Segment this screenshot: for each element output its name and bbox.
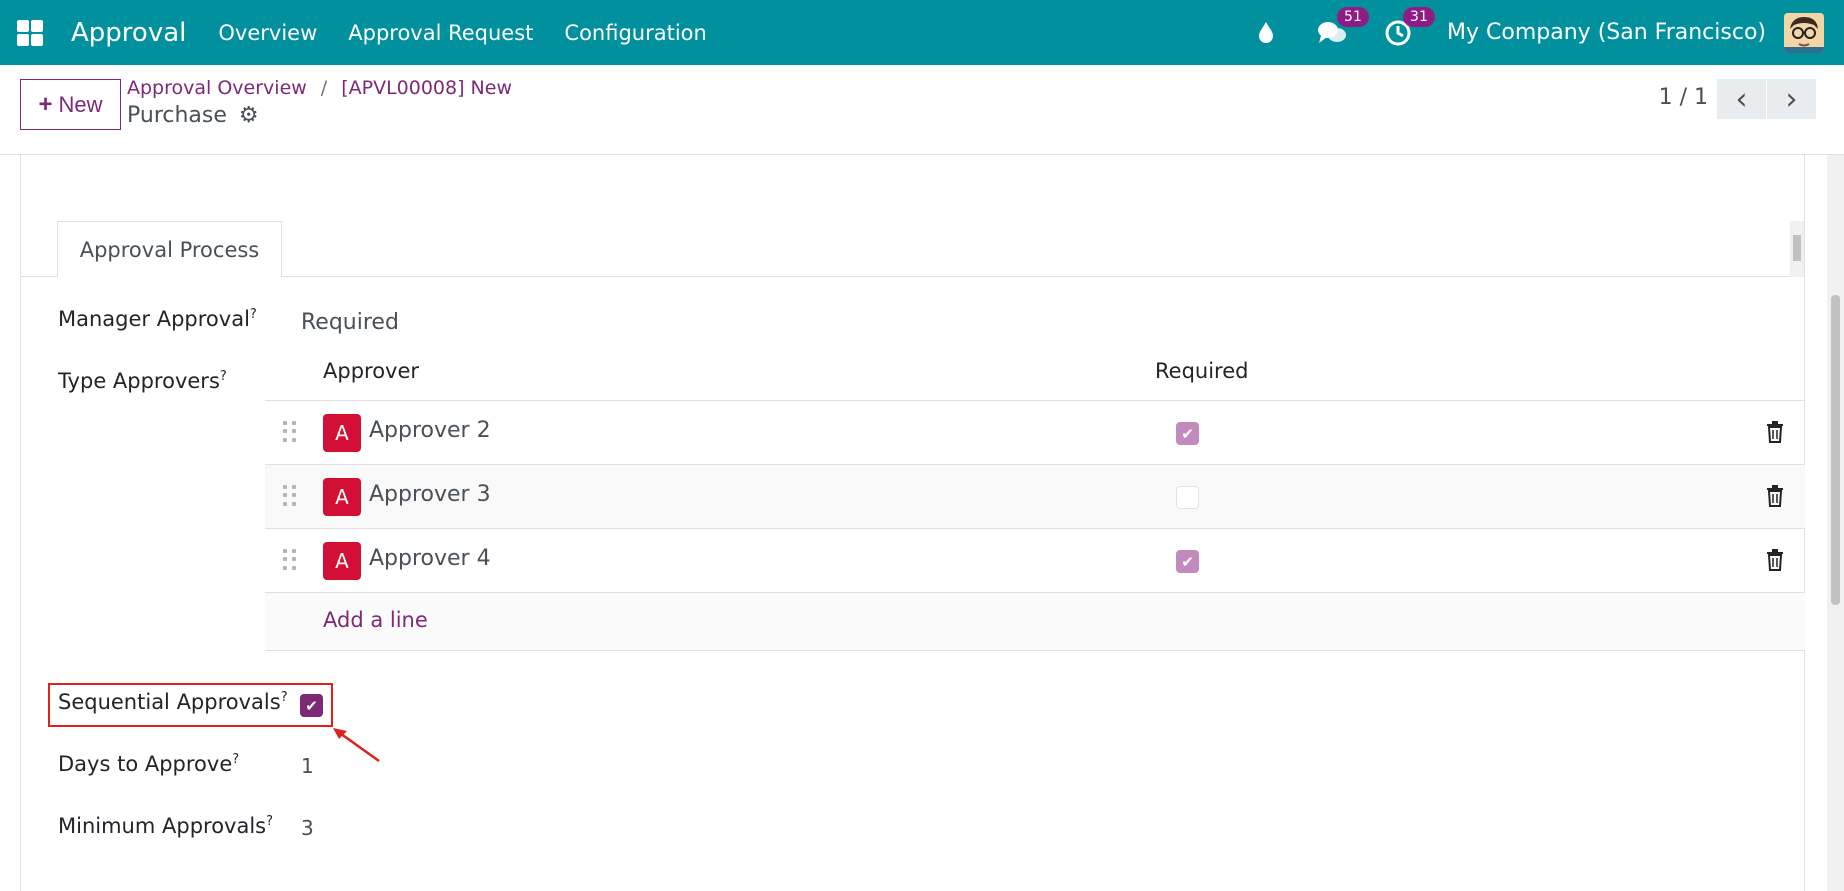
table-row[interactable]: A Approver 2 ✔ [265, 401, 1805, 465]
approver-name[interactable]: Approver 3 [369, 482, 491, 507]
clock-icon[interactable]: 31 [1381, 6, 1435, 50]
help-mark[interactable]: ? [266, 814, 273, 829]
manager-approval-value[interactable]: Required [301, 310, 399, 335]
drag-handle-icon[interactable] [283, 549, 297, 571]
plus-icon: + [38, 90, 53, 118]
drag-handle-icon[interactable] [283, 485, 297, 507]
table-header: Approver Required [265, 345, 1805, 401]
form-sheet: Approval Process Manager Approval? Requi… [20, 155, 1805, 891]
trash-icon[interactable] [1765, 549, 1785, 571]
breadcrumb-approval-overview[interactable]: Approval Overview [127, 77, 307, 99]
avatar: A [323, 478, 361, 516]
droplet-icon[interactable] [1249, 16, 1283, 50]
approver-name[interactable]: Approver 4 [369, 546, 491, 571]
top-navbar: Approval Overview Approval Request Confi… [0, 0, 1844, 65]
add-line-row: Add a line [265, 593, 1805, 651]
company-switcher[interactable]: My Company (San Francisco) [1447, 20, 1766, 45]
help-mark[interactable]: ? [281, 690, 288, 705]
minimum-approvals-label: Minimum Approvals? [58, 814, 273, 838]
arrow-annotation-icon [333, 728, 380, 763]
page-scroll-thumb[interactable] [1831, 295, 1840, 605]
tabs-scrollbar[interactable] [1790, 221, 1804, 277]
sequential-approvals-label: Sequential Approvals? [58, 690, 288, 714]
menu-approval-request[interactable]: Approval Request [348, 21, 533, 45]
control-panel: + New Approval Overview / [APVL00008] New… [0, 65, 1844, 155]
notebook-tabs: Approval Process [21, 221, 1805, 278]
help-mark[interactable]: ? [250, 307, 257, 322]
user-avatar[interactable] [1784, 12, 1824, 53]
new-button-label: New [58, 91, 103, 117]
new-button[interactable]: + New [20, 79, 121, 130]
drag-handle-icon[interactable] [283, 421, 297, 443]
page-scrollbar[interactable] [1827, 155, 1844, 891]
menu-configuration[interactable]: Configuration [564, 21, 706, 45]
menu-overview[interactable]: Overview [218, 21, 317, 45]
add-line-link[interactable]: Add a line [323, 608, 428, 632]
table-row[interactable]: A Approver 3 [265, 465, 1805, 529]
sequential-approvals-checkbox[interactable]: ✔ [300, 694, 323, 717]
apps-grid-icon[interactable] [17, 19, 43, 46]
required-checkbox[interactable]: ✔ [1176, 422, 1199, 445]
activities-badge: 31 [1403, 6, 1435, 27]
manager-approval-label: Manager Approval? [58, 307, 257, 331]
table-row[interactable]: A Approver 4 ✔ [265, 529, 1805, 593]
app-brand[interactable]: Approval [71, 18, 186, 48]
days-to-approve-value[interactable]: 1 [301, 754, 314, 778]
navbar-systray: 51 31 My Company (San Francisco) [1249, 0, 1844, 65]
days-to-approve-label: Days to Approve? [58, 752, 239, 776]
col-required[interactable]: Required [1155, 359, 1248, 383]
minimum-approvals-value[interactable]: 3 [301, 816, 314, 840]
pager-value[interactable]: 1 / 1 [1659, 85, 1708, 110]
manager-approval-label-text: Manager Approval [58, 307, 250, 331]
breadcrumb-record[interactable]: [APVL00008] New [341, 77, 512, 99]
days-to-approve-label-text: Days to Approve [58, 752, 233, 776]
minimum-approvals-label-text: Minimum Approvals [58, 814, 267, 838]
chevron-left-icon[interactable]: ‹ [1717, 79, 1766, 119]
record-name: Purchase [127, 103, 227, 128]
required-checkbox[interactable] [1176, 486, 1199, 509]
type-approvers-label-text: Type Approvers [58, 369, 220, 393]
main-menu: Overview Approval Request Configuration [218, 21, 737, 45]
breadcrumb: Approval Overview / [APVL00008] New [127, 77, 512, 99]
sequential-approvals-label-text: Sequential Approvals [58, 690, 281, 714]
approver-name[interactable]: Approver 2 [369, 418, 491, 443]
record-title: Purchase ⚙ [127, 103, 259, 128]
avatar: A [323, 542, 361, 580]
chevron-right-icon[interactable]: › [1767, 79, 1816, 119]
trash-icon[interactable] [1765, 485, 1785, 507]
col-approver[interactable]: Approver [323, 359, 419, 383]
tab-approval-process[interactable]: Approval Process [57, 221, 282, 278]
type-approvers-label: Type Approvers? [58, 369, 227, 393]
tabs-scroll-thumb[interactable] [1793, 235, 1801, 261]
required-checkbox[interactable]: ✔ [1176, 550, 1199, 573]
approvers-table: Approver Required A Approver 2 ✔ A Appro… [265, 345, 1805, 651]
avatar: A [323, 414, 361, 452]
messages-badge: 51 [1337, 6, 1369, 27]
help-mark[interactable]: ? [220, 369, 227, 384]
pager-buttons: ‹ › [1716, 79, 1816, 119]
help-mark[interactable]: ? [232, 752, 239, 767]
gear-icon[interactable]: ⚙ [239, 103, 259, 128]
chat-icon[interactable]: 51 [1315, 6, 1369, 50]
trash-icon[interactable] [1765, 421, 1785, 443]
breadcrumb-separator: / [320, 77, 328, 99]
